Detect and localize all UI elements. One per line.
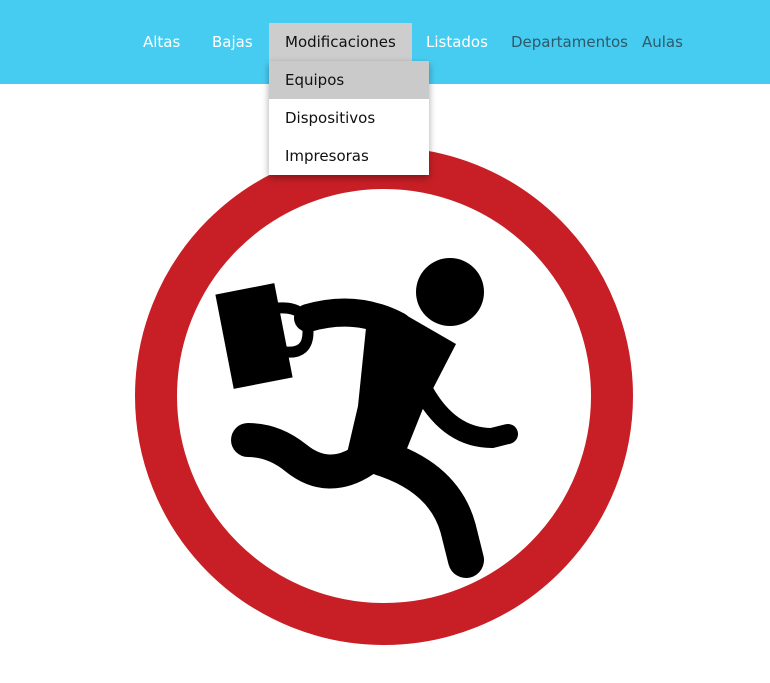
figure-head [416, 258, 484, 326]
figure-torso [344, 314, 456, 466]
nav-item-departamentos[interactable]: Departamentos [511, 23, 628, 61]
dropdown-item-dispositivos[interactable]: Dispositivos [269, 99, 429, 137]
nav-item-aulas[interactable]: Aulas [642, 23, 683, 61]
figure-leg-front [364, 440, 484, 578]
figure-leg-rear [231, 423, 381, 489]
dropdown-item-equipos[interactable]: Equipos [269, 61, 429, 99]
figure-arm-back [414, 382, 518, 449]
dropdown-item-impresoras[interactable]: Impresoras [269, 137, 429, 175]
briefcase-icon [215, 283, 314, 389]
nav-item-listados[interactable]: Listados [426, 23, 488, 61]
nav-item-bajas[interactable]: Bajas [212, 23, 253, 61]
modificaciones-dropdown-menu: Equipos Dispositivos Impresoras [269, 61, 429, 175]
nav-item-altas[interactable]: Altas [143, 23, 180, 61]
running-man-prohibition-icon [135, 148, 633, 645]
nav-item-modificaciones[interactable]: Modificaciones [269, 23, 412, 61]
